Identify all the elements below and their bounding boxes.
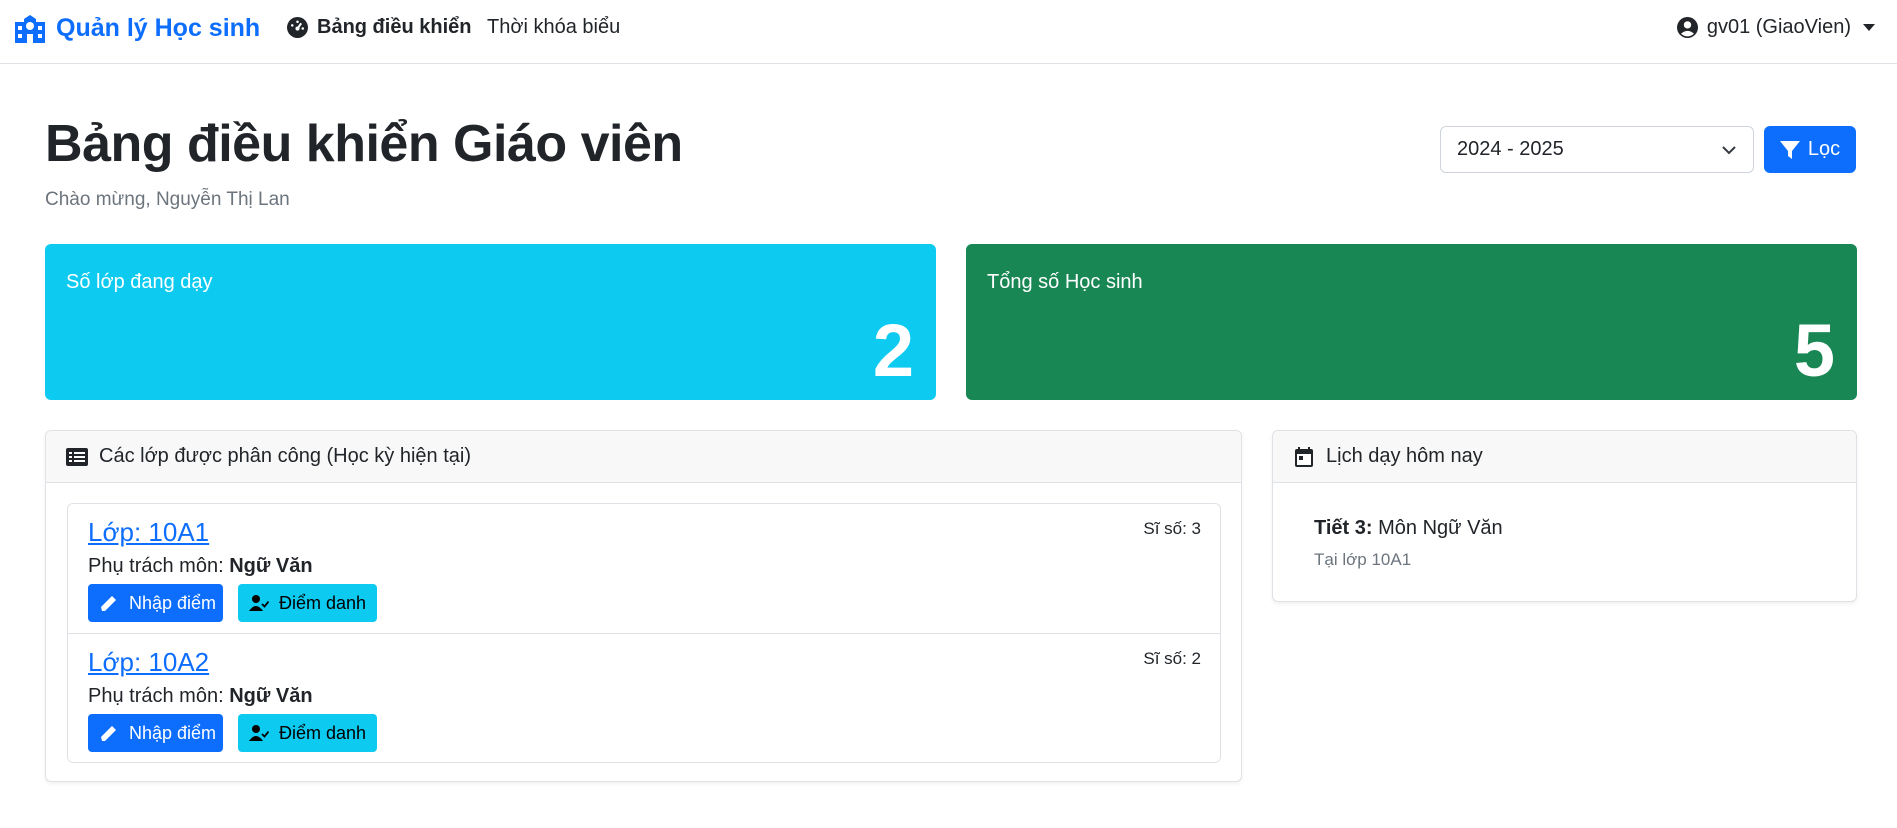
enter-grades-button[interactable]: Nhập điểm [88, 714, 223, 752]
stat-card-students: Tổng số Học sinh 5 [966, 244, 1857, 400]
year-select-value: 2024 - 2025 [1457, 138, 1564, 160]
nav-timetable[interactable]: Thời khóa biểu [487, 16, 620, 39]
list-item: Lớp: 10A1 Sĩ số: 3 Phụ trách môn: Ngữ Vă… [68, 504, 1220, 633]
user-name: gv01 (GiaoVien) [1706, 16, 1851, 38]
subject-label: Phụ trách môn: [88, 685, 224, 707]
user-menu[interactable]: gv01 (GiaoVien) [1676, 16, 1875, 39]
button-label: Điểm danh [279, 592, 367, 613]
class-subject: Phụ trách môn: Ngữ Văn [88, 555, 313, 578]
today-schedule-panel: Lịch dạy hôm nay Tiết 3: Môn Ngữ Văn Tại… [1272, 430, 1857, 602]
class-link[interactable]: Lớp: 10A2 [88, 647, 209, 678]
class-link[interactable]: Lớp: 10A1 [88, 517, 209, 548]
period-subject: Môn Ngữ Văn [1378, 517, 1503, 539]
user-check-icon [249, 725, 269, 741]
calendar-icon [1295, 446, 1313, 467]
period-number: Tiết 3: [1314, 517, 1373, 539]
attendance-button[interactable]: Điểm danh [238, 714, 377, 752]
class-size: Sĩ số: 3 [1143, 519, 1201, 538]
enter-grades-button[interactable]: Nhập điểm [88, 584, 223, 622]
school-icon [15, 14, 45, 43]
button-label: Điểm danh [279, 722, 367, 743]
filter-icon [1779, 140, 1800, 159]
nav-dashboard[interactable]: Bảng điều khiển [287, 16, 471, 39]
brand-title: Quản lý Học sinh [56, 14, 261, 42]
dashboard-icon [287, 17, 308, 38]
filter-button[interactable]: Lọc [1764, 126, 1856, 173]
brand-link[interactable]: Quản lý Học sinh [14, 14, 260, 43]
class-size: Sĩ số: 2 [1143, 649, 1201, 668]
attendance-button[interactable]: Điểm danh [238, 584, 377, 622]
stat-card-classes: Số lớp đang dạy 2 [45, 244, 936, 400]
pen-icon [101, 596, 116, 611]
user-circle-icon [1676, 17, 1698, 38]
schedule-entry: Tiết 3: Môn Ngữ Văn Tại lớp 10A1 [1314, 517, 1503, 570]
button-label: Nhập điểm [129, 722, 217, 743]
filter-button-label: Lọc [1807, 138, 1841, 160]
button-label: Nhập điểm [129, 592, 217, 613]
page-title: Bảng điều khiển Giáo viên [45, 115, 683, 173]
panel-title: Các lớp được phân công (Học kỳ hiện tại) [99, 445, 472, 467]
pen-icon [101, 726, 116, 741]
top-navbar: Quản lý Học sinh Bảng điều khiển Thời kh… [0, 0, 1897, 64]
subject-value: Ngữ Văn [229, 685, 313, 707]
year-select[interactable]: 2024 - 2025 [1440, 126, 1754, 173]
class-subject: Phụ trách môn: Ngữ Văn [88, 685, 313, 708]
welcome-text: Chào mừng, Nguyễn Thị Lan [45, 189, 290, 210]
panel-header: Các lớp được phân công (Học kỳ hiện tại) [46, 431, 1241, 483]
user-check-icon [249, 595, 269, 611]
stat-label: Số lớp đang dạy [66, 271, 213, 293]
list-item: Lớp: 10A2 Sĩ số: 2 Phụ trách môn: Ngữ Vă… [68, 633, 1220, 762]
subject-label: Phụ trách môn: [88, 555, 224, 577]
period-line: Tiết 3: Môn Ngữ Văn [1314, 517, 1503, 540]
stat-value: 2 [872, 309, 914, 392]
nav-dashboard-label: Bảng điều khiển [317, 16, 472, 38]
chevron-down-icon [1863, 24, 1875, 31]
class-list: Lớp: 10A1 Sĩ số: 3 Phụ trách môn: Ngữ Vă… [67, 503, 1221, 763]
panel-header: Lịch dạy hôm nay [1273, 431, 1856, 483]
list-icon [66, 447, 88, 466]
stat-label: Tổng số Học sinh [987, 271, 1143, 293]
stat-value: 5 [1793, 309, 1835, 392]
panel-title: Lịch dạy hôm nay [1326, 445, 1483, 467]
subject-value: Ngữ Văn [229, 555, 313, 577]
period-room: Tại lớp 10A1 [1314, 550, 1412, 569]
assigned-classes-panel: Các lớp được phân công (Học kỳ hiện tại)… [45, 430, 1242, 782]
chevron-down-icon [1722, 145, 1736, 154]
nav-timetable-label: Thời khóa biểu [487, 16, 621, 38]
